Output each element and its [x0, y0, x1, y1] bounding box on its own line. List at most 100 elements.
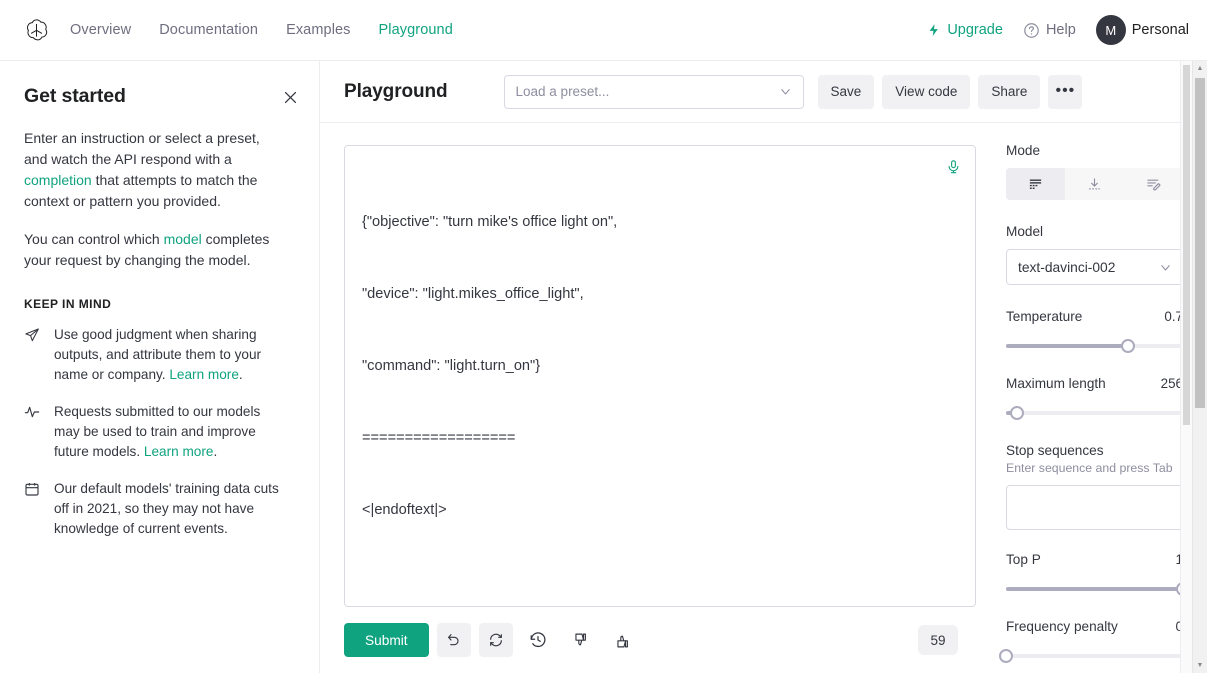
history-clock-icon[interactable]: [521, 623, 555, 657]
slider-fill: [1006, 587, 1183, 591]
top-p-slider[interactable]: [1006, 581, 1190, 597]
close-icon[interactable]: [280, 87, 301, 108]
save-button[interactable]: Save: [817, 74, 875, 109]
page-scrollbar[interactable]: ▲ ▼: [1192, 61, 1207, 673]
edit-mode-icon[interactable]: [1124, 168, 1183, 200]
editor-column: {"objective": "turn mike's office light …: [320, 123, 994, 673]
keep-in-mind-heading: KEEP IN MIND: [24, 297, 112, 311]
slider-fill: [1006, 344, 1129, 348]
slider-thumb[interactable]: [1009, 406, 1024, 420]
preset-select[interactable]: Load a preset...: [503, 74, 804, 109]
insert-mode-icon[interactable]: [1065, 168, 1124, 200]
view-code-button[interactable]: View code: [882, 74, 971, 109]
sidebar-header: Get started: [24, 85, 297, 108]
editor-toolbar: Submit 59: [344, 607, 976, 673]
chevron-down-icon: [1158, 260, 1173, 275]
stop-sequences-input[interactable]: [1006, 485, 1183, 530]
frequency-penalty-slider[interactable]: [999, 648, 1183, 664]
get-started-sidebar: Get started Enter an instruction or sele…: [0, 61, 320, 673]
chevron-down-icon: [778, 84, 793, 99]
stop-sequences-section: Stop sequences Enter sequence and press …: [1006, 443, 1183, 530]
maximum-length-slider[interactable]: [1006, 405, 1183, 421]
upgrade-label: Upgrade: [947, 22, 1003, 38]
keep-in-mind-list: Use good judgment when sharing outputs, …: [24, 325, 283, 539]
model-select[interactable]: text-davinci-002: [1006, 249, 1183, 285]
thumbs-down-icon[interactable]: [563, 623, 597, 657]
mode-label: Mode: [1006, 143, 1041, 158]
list-item-text: Our default models' training data cuts o…: [54, 479, 283, 539]
slider-track: [1006, 411, 1183, 415]
playground-header: Playground Load a preset... Save View co…: [320, 61, 1207, 123]
frequency-penalty-header: Frequency penalty 0: [1006, 619, 1183, 634]
nav-right-group: Upgrade Help M Personal: [927, 15, 1189, 45]
main-content: Playground Load a preset... Save View co…: [320, 61, 1207, 673]
model-label: Model: [1006, 224, 1044, 239]
top-p-header: Top P 1: [1006, 552, 1183, 567]
learn-more-link[interactable]: Learn more: [169, 367, 239, 382]
share-button[interactable]: Share: [978, 74, 1041, 109]
account-menu[interactable]: M Personal: [1095, 15, 1189, 45]
slider-thumb[interactable]: [1121, 339, 1136, 353]
list-item-text: Requests submitted to our models may be …: [54, 402, 283, 462]
undo-arrow-icon[interactable]: [436, 623, 471, 657]
more-options-button[interactable]: •••: [1048, 74, 1083, 109]
list-item: Requests submitted to our models may be …: [24, 402, 283, 462]
header-buttons: Save View code Share •••: [817, 74, 1083, 109]
maximum-length-section: Maximum length 256: [1006, 376, 1183, 421]
submit-button[interactable]: Submit: [344, 623, 429, 657]
prompt-line: [362, 570, 957, 594]
nav-link-overview[interactable]: Overview: [70, 22, 131, 38]
activity-pulse-icon: [24, 404, 41, 462]
help-button[interactable]: Help: [1023, 22, 1076, 39]
question-circle-icon: [1023, 22, 1040, 39]
temperature-section: Temperature 0.7: [1006, 309, 1183, 354]
sidebar-title: Get started: [24, 85, 126, 107]
preset-placeholder: Load a preset...: [515, 84, 610, 99]
upgrade-button[interactable]: Upgrade: [927, 22, 1003, 38]
temperature-slider[interactable]: [1006, 338, 1183, 354]
model-link[interactable]: model: [164, 231, 202, 247]
item0-text-b: .: [238, 367, 243, 382]
maximum-length-label: Maximum length: [1006, 376, 1106, 391]
openai-logo-icon[interactable]: [22, 16, 50, 44]
prompt-line: "device": "light.mikes_office_light",: [362, 286, 584, 302]
calendar-icon: [24, 481, 41, 539]
regenerate-icon[interactable]: [478, 623, 513, 657]
avatar: M: [1095, 15, 1126, 45]
complete-mode-icon[interactable]: [1006, 168, 1065, 200]
nav-link-examples[interactable]: Examples: [286, 22, 350, 38]
slider-thumb[interactable]: [999, 649, 1013, 663]
list-item: Our default models' training data cuts o…: [24, 479, 283, 539]
prompt-editor[interactable]: {"objective": "turn mike's office light …: [344, 145, 976, 607]
top-p-label: Top P: [1006, 552, 1041, 567]
nav-link-documentation[interactable]: Documentation: [159, 22, 258, 38]
list-item: Use good judgment when sharing outputs, …: [24, 325, 283, 385]
token-count-badge: 59: [918, 625, 958, 655]
maximum-length-header: Maximum length 256: [1006, 376, 1183, 391]
playground-app: Overview Documentation Examples Playgrou…: [0, 0, 1207, 673]
sidebar-paragraph-2: You can control which model completes yo…: [24, 229, 283, 271]
prompt-line: {"objective": "turn mike's office light …: [362, 214, 618, 230]
learn-more-link[interactable]: Learn more: [144, 444, 214, 459]
microphone-icon[interactable]: [946, 158, 961, 176]
paper-plane-icon: [24, 327, 41, 385]
settings-panel-scrollbar[interactable]: [1180, 61, 1192, 673]
prompt-line: "command": "light.turn_on"}: [362, 358, 541, 374]
sidebar-paragraph-1: Enter an instruction or select a preset,…: [24, 128, 283, 212]
scroll-up-arrow-icon[interactable]: ▲: [1193, 61, 1207, 76]
slider-track: [1006, 654, 1183, 658]
scroll-down-arrow-icon[interactable]: ▼: [1193, 658, 1207, 673]
mode-toggle-group: [1006, 168, 1183, 200]
frequency-penalty-section: Frequency penalty 0: [999, 619, 1183, 664]
thumbs-up-icon[interactable]: [605, 623, 639, 657]
stop-sequences-sublabel: Enter sequence and press Tab: [1006, 461, 1173, 475]
body-row: Get started Enter an instruction or sele…: [0, 61, 1207, 673]
completion-link[interactable]: completion: [24, 172, 92, 188]
nav-link-playground[interactable]: Playground: [379, 22, 453, 38]
nav-links: Overview Documentation Examples Playgrou…: [70, 22, 453, 38]
frequency-penalty-label: Frequency penalty: [1006, 619, 1118, 634]
list-item-text: Use good judgment when sharing outputs, …: [54, 325, 283, 385]
account-label: Personal: [1131, 22, 1189, 38]
scrollbar-thumb[interactable]: [1195, 78, 1205, 408]
scrollbar-thumb[interactable]: [1183, 65, 1190, 425]
